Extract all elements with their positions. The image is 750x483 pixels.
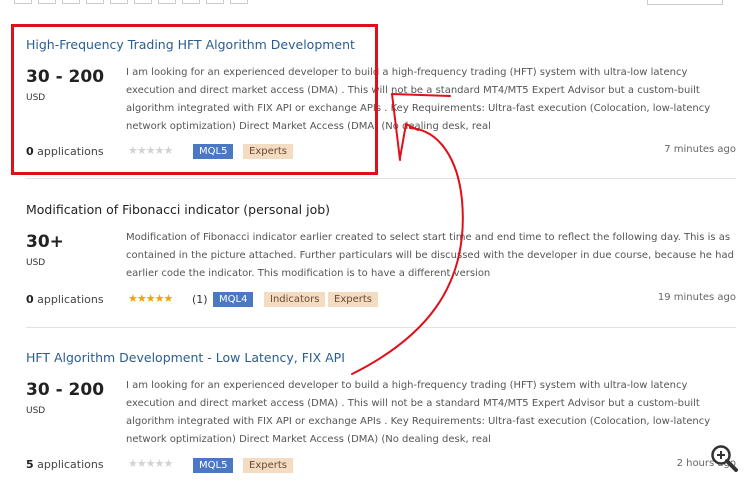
zoom-in-icon[interactable] — [709, 443, 739, 473]
annotation-arrow — [351, 93, 464, 375]
